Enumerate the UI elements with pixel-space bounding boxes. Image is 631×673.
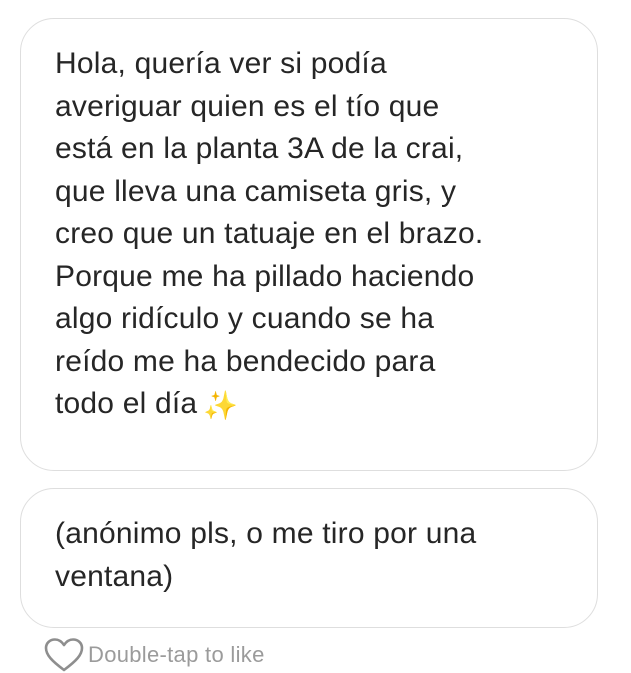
double-tap-like-hint[interactable]: Double-tap to like [44, 637, 265, 673]
like-hint-label: Double-tap to like [88, 642, 265, 667]
message-bubble[interactable]: Hola, quería ver si podía averiguar quie… [20, 18, 598, 471]
sparkles-icon: ✨ [203, 390, 239, 421]
heart-outline-icon[interactable] [44, 637, 84, 673]
message-text: (anónimo pls, o me tiro por una ventana) [55, 517, 477, 593]
message-text: Hola, quería ver si podía averiguar quie… [55, 43, 567, 428]
message-bubble[interactable]: (anónimo pls, o me tiro por una ventana) [20, 488, 598, 628]
